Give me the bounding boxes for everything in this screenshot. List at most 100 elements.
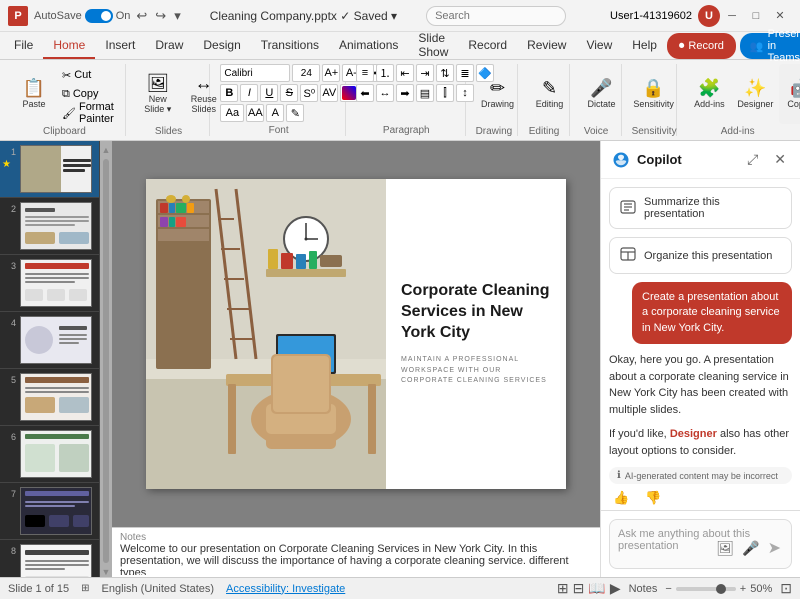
slide-thumb-7[interactable]: 7 [0, 483, 99, 540]
highlight-btn[interactable]: ✎ [286, 104, 304, 122]
italic-button[interactable]: I [240, 84, 258, 102]
scroll-thumb-v[interactable] [103, 159, 109, 563]
tab-slideshow[interactable]: Slide Show [408, 32, 458, 59]
slide-thumb-2[interactable]: 2 [0, 198, 99, 255]
organize-button[interactable]: Organize this presentation [609, 237, 792, 274]
zoom-slider[interactable] [676, 587, 736, 591]
underline-button[interactable]: U [260, 84, 278, 102]
text-size-btn[interactable]: Aa [220, 104, 244, 122]
cut-button[interactable]: ✂Cut [58, 66, 118, 84]
scroll-up-arrow[interactable]: ▲ [102, 145, 111, 155]
tab-draw[interactable]: Draw [145, 32, 193, 59]
justify-button[interactable]: ▤ [416, 84, 434, 102]
tab-record[interactable]: Record [458, 32, 517, 59]
editing-button[interactable]: ✎ Editing [528, 64, 572, 124]
tab-help[interactable]: Help [622, 32, 667, 59]
search-area[interactable] [426, 6, 610, 26]
zoom-in-button[interactable]: + [740, 583, 746, 595]
bold-button[interactable]: B [220, 84, 238, 102]
slide-panel-scrollbar[interactable]: ▲ ▼ [100, 141, 112, 577]
thumbs-up-button[interactable]: 👍 [609, 488, 633, 508]
copilot-close-button[interactable]: ✕ [770, 149, 790, 170]
designer-link[interactable]: Designer [670, 428, 717, 440]
tab-transitions[interactable]: Transitions [251, 32, 329, 59]
strikethrough-button[interactable]: S [280, 84, 298, 102]
zoom-out-button[interactable]: − [665, 583, 671, 595]
columns-button[interactable]: ⫿ [436, 84, 454, 102]
slide-thumb-4[interactable]: 4 [0, 312, 99, 369]
dictate-button[interactable]: 🎤 Dictate [580, 64, 624, 124]
copilot-expand-button[interactable]: ⤢ [743, 149, 762, 170]
window-controls: ─ □ ✕ [720, 6, 792, 26]
reading-view-button[interactable]: 📖 [588, 580, 605, 597]
shadow-button[interactable]: S⁰ [300, 84, 318, 102]
bullets-button[interactable]: ≡ [356, 64, 374, 82]
slide-thumb-8[interactable]: 8 [0, 540, 99, 577]
zoom-slider-thumb[interactable] [716, 584, 726, 594]
sensitivity-group: 🔒 Sensitivity Sensitivity [624, 64, 678, 136]
ribbon: File Home Insert Draw Design Transitions… [0, 32, 800, 141]
align-left-button[interactable]: ⬅ [356, 84, 374, 102]
redo-icon[interactable]: ↪ [155, 8, 166, 24]
tab-file[interactable]: File [4, 32, 43, 59]
addins-button[interactable]: 🧩 Add-ins [687, 64, 731, 124]
sensitivity-button[interactable]: 🔒 Sensitivity [632, 64, 676, 124]
increase-font-button[interactable]: A+ [322, 64, 340, 82]
decrease-indent-button[interactable]: ⇤ [396, 64, 414, 82]
align-right-button[interactable]: ➡ [396, 84, 414, 102]
undo-icon[interactable]: ↩ [136, 8, 147, 24]
summarize-button[interactable]: Summarize this presentation [609, 187, 792, 229]
slide-thumb-1[interactable]: 1 ★ [0, 141, 99, 198]
user-message-bubble: Create a presentation about a corporate … [632, 282, 792, 344]
font-size-medium[interactable]: A [266, 104, 284, 122]
tab-view[interactable]: View [576, 32, 622, 59]
notes-toggle-button[interactable]: Notes [629, 583, 658, 595]
autosave-control[interactable]: AutoSave On [34, 9, 130, 23]
scroll-down-arrow[interactable]: ▼ [102, 567, 111, 577]
zoom-level-label[interactable]: 50% [750, 583, 772, 595]
ai-response-designer: If you'd like, Designer also has other l… [609, 426, 792, 459]
numbering-button[interactable]: ⒈ [376, 64, 394, 82]
fit-slide-button[interactable]: ⊡ [780, 580, 792, 597]
text-direction-button[interactable]: ⇅ [436, 64, 454, 82]
tab-home[interactable]: Home [43, 32, 95, 59]
format-painter-button[interactable]: 🖌Format Painter [58, 104, 118, 122]
present-in-teams-button[interactable]: 👥 Present in Teams [740, 33, 800, 59]
new-slide-button[interactable]: 🖼 NewSlide ▾ [136, 64, 180, 124]
tab-insert[interactable]: Insert [95, 32, 145, 59]
close-button[interactable]: ✕ [768, 6, 792, 26]
drawing-button[interactable]: ✏ Drawing [476, 64, 520, 124]
font-name-input[interactable] [220, 64, 290, 82]
microphone-icon[interactable]: 🎤 [740, 538, 761, 559]
send-button[interactable]: ➤ [766, 536, 783, 560]
notes-bar[interactable]: Notes Welcome to our presentation on Cor… [112, 527, 600, 577]
increase-indent-button[interactable]: ⇥ [416, 64, 434, 82]
slide-thumb-3[interactable]: 3 [0, 255, 99, 312]
maximize-button[interactable]: □ [744, 6, 768, 26]
tab-animations[interactable]: Animations [329, 32, 408, 59]
image-attach-icon[interactable]: 🖼 [714, 538, 736, 559]
autosave-toggle[interactable] [85, 9, 113, 23]
char-spacing-button[interactable]: AV [320, 84, 338, 102]
slide-thumb-6[interactable]: 6 [0, 426, 99, 483]
tab-review[interactable]: Review [517, 32, 576, 59]
slideshow-button[interactable]: ▶ [610, 580, 621, 597]
normal-view-button[interactable]: ⊞ [557, 580, 569, 597]
minimize-button[interactable]: ─ [720, 6, 744, 26]
tab-design[interactable]: Design [193, 32, 250, 59]
record-button[interactable]: ⏺ Record [667, 33, 736, 59]
paste-button[interactable]: 📋 Paste [12, 64, 56, 124]
accessibility-label[interactable]: Accessibility: Investigate [226, 583, 345, 595]
slide-thumb-5[interactable]: 5 [0, 369, 99, 426]
status-bar: Slide 1 of 15 ⊞ English (United States) … [0, 577, 800, 599]
search-input[interactable] [426, 6, 566, 26]
align-center-button[interactable]: ↔ [376, 84, 394, 102]
font-size-input[interactable] [292, 64, 320, 82]
slide-sorter-button[interactable]: ⊟ [573, 580, 585, 597]
view-normal-icon[interactable]: ⊞ [81, 583, 89, 594]
copilot-ribbon-button[interactable]: 🤖 Copilot [779, 64, 800, 124]
notes-text[interactable]: Welcome to our presentation on Corporate… [120, 543, 592, 575]
designer-button[interactable]: ✨ Designer [733, 64, 777, 124]
thumbs-down-button[interactable]: 👎 [641, 488, 665, 508]
caps-button[interactable]: AA [246, 104, 264, 122]
